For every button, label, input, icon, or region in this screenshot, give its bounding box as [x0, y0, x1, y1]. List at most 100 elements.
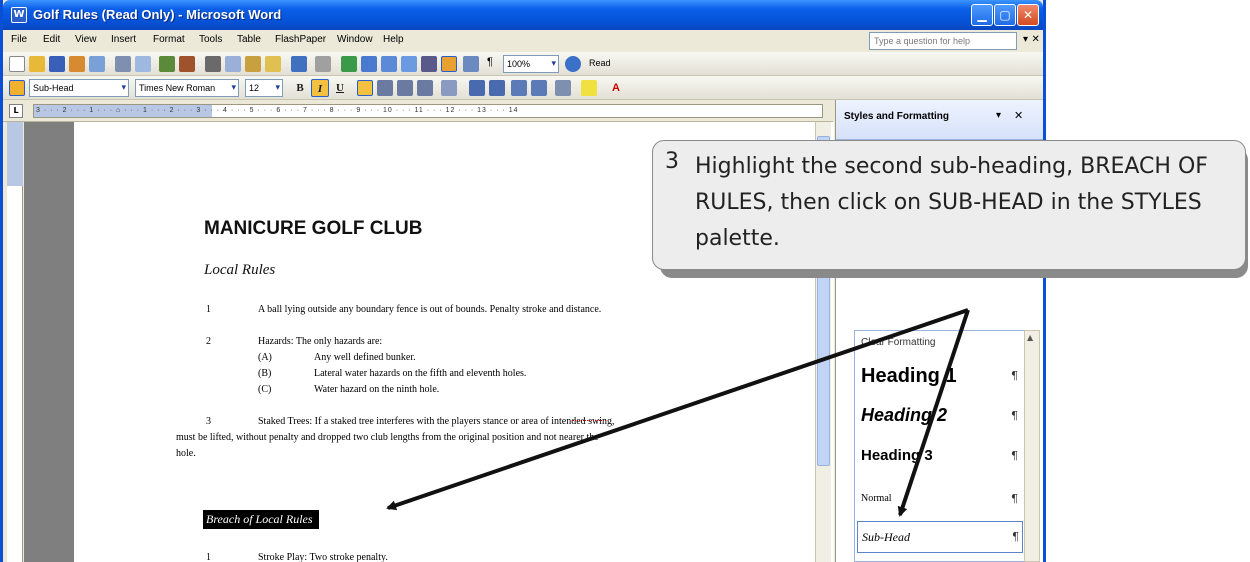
permission-icon[interactable] [69, 56, 85, 72]
style-label: Normal [861, 493, 892, 504]
style-list-scrollbar[interactable]: ▲ [1024, 330, 1040, 562]
hyperlink-icon[interactable] [341, 56, 357, 72]
style-label: Clear Formatting [861, 337, 936, 348]
rule-text[interactable]: hole. [176, 448, 196, 459]
spelling-squiggle [572, 419, 606, 421]
pane-dropdown-icon[interactable]: ▾ [996, 110, 1001, 121]
menu-edit[interactable]: Edit [43, 34, 60, 45]
style-heading-1[interactable]: Heading 1 ¶ [861, 365, 1023, 388]
spelling-icon[interactable] [159, 56, 175, 72]
sub-rule-text[interactable]: Lateral water hazards on the fifth and e… [314, 368, 526, 379]
line-spacing-icon[interactable] [441, 80, 457, 96]
word-app-icon[interactable]: W [11, 7, 27, 23]
show-hide-pilcrow-icon[interactable]: ¶ [487, 56, 493, 68]
open-folder-icon[interactable] [29, 56, 45, 72]
style-label: Heading 2 [861, 405, 948, 425]
italic-button[interactable]: I [311, 79, 329, 97]
minimize-button[interactable]: ▁ [971, 4, 993, 26]
vertical-ruler[interactable] [7, 122, 23, 562]
justify-icon[interactable] [417, 80, 433, 96]
document-title[interactable]: MANICURE GOLF CLUB [204, 218, 422, 240]
drawing-icon[interactable] [441, 56, 457, 72]
rule-text[interactable]: must be lifted, without penalty and drop… [176, 432, 599, 443]
numbering-icon[interactable] [469, 80, 485, 96]
help-icon[interactable] [565, 56, 581, 72]
redo-icon[interactable] [315, 56, 331, 72]
decrease-indent-icon[interactable] [511, 80, 527, 96]
rule-text[interactable]: Hazards: The only hazards are: [258, 336, 382, 347]
close-button[interactable]: ✕ [1017, 4, 1039, 26]
callout-text: Highlight the second sub-heading, BREACH… [695, 154, 1208, 251]
rule-text[interactable]: Staked Trees: If a staked tree interfere… [258, 416, 615, 427]
align-center-icon[interactable] [377, 80, 393, 96]
help-search-input[interactable]: Type a question for help [869, 32, 1017, 50]
instruction-callout: 3 Highlight the second sub-heading, BREA… [652, 140, 1246, 270]
menu-window[interactable]: Window [337, 34, 373, 45]
menu-format[interactable]: Format [153, 34, 185, 45]
menu-help[interactable]: Help [383, 34, 404, 45]
style-heading-2[interactable]: Heading 2 ¶ [861, 405, 1023, 426]
menu-tools[interactable]: Tools [199, 34, 222, 45]
insert-excel-icon[interactable] [401, 56, 417, 72]
sub-rule-text[interactable]: Water hazard on the ninth hole. [314, 384, 439, 395]
read-button[interactable]: Read [589, 58, 611, 68]
format-painter-icon[interactable] [265, 56, 281, 72]
paragraph-mark-icon: ¶ [1011, 449, 1018, 462]
research-icon[interactable] [179, 56, 195, 72]
cut-icon[interactable] [205, 56, 221, 72]
sub-rule-label: (B) [258, 368, 272, 379]
columns-icon[interactable] [421, 56, 437, 72]
sub-rule-text[interactable]: Any well defined bunker. [314, 352, 416, 363]
font-color-button[interactable]: A [607, 79, 625, 97]
ruler-ticks: 3 · · · 2 · · · 1 · · · ⌂ · · · 1 · · · … [36, 107, 519, 114]
pane-close-icon[interactable]: ✕ [1014, 109, 1023, 122]
style-sub-head[interactable]: Sub-Head ¶ [857, 521, 1023, 553]
font-size-combo[interactable]: 12 [245, 79, 283, 97]
insert-table-icon[interactable] [381, 56, 397, 72]
underline-button[interactable]: U [331, 79, 349, 97]
zoom-combo[interactable]: 100% [503, 55, 559, 73]
new-document-icon[interactable] [9, 56, 25, 72]
align-right-icon[interactable] [397, 80, 413, 96]
style-label: Heading 1 [861, 365, 957, 387]
document-subtitle[interactable]: Local Rules [204, 262, 275, 279]
style-normal[interactable]: Normal ¶ [861, 492, 1023, 505]
help-close-icon[interactable]: ▾ ✕ [1023, 34, 1040, 45]
styles-formatting-icon[interactable] [9, 80, 25, 96]
align-left-icon[interactable] [357, 80, 373, 96]
selected-heading[interactable]: Breach of Local Rules [203, 510, 319, 529]
style-label: Heading 3 [861, 447, 933, 464]
print-preview-icon[interactable] [135, 56, 151, 72]
font-combo[interactable]: Times New Roman [135, 79, 239, 97]
menu-table[interactable]: Table [237, 34, 261, 45]
style-combo[interactable]: Sub-Head [29, 79, 129, 97]
tables-borders-icon[interactable] [361, 56, 377, 72]
maximize-button[interactable]: ▢ [994, 4, 1016, 26]
scroll-up-icon[interactable]: ▲ [1027, 333, 1033, 342]
email-icon[interactable] [89, 56, 105, 72]
style-clear-formatting[interactable]: Clear Formatting [861, 337, 1023, 348]
increase-indent-icon[interactable] [531, 80, 547, 96]
menu-flashpaper[interactable]: FlashPaper [275, 34, 326, 45]
menu-view[interactable]: View [75, 34, 97, 45]
border-icon[interactable] [555, 80, 571, 96]
paste-icon[interactable] [245, 56, 261, 72]
horizontal-ruler[interactable]: 3 · · · 2 · · · 1 · · · ⌂ · · · 1 · · · … [33, 104, 823, 118]
rule-text[interactable]: Stroke Play: Two stroke penalty. [258, 552, 388, 562]
paragraph-mark-icon: ¶ [1012, 530, 1019, 543]
save-icon[interactable] [49, 56, 65, 72]
undo-icon[interactable] [291, 56, 307, 72]
bullets-icon[interactable] [489, 80, 505, 96]
rule-text[interactable]: A ball lying outside any boundary fence … [258, 304, 601, 315]
highlight-icon[interactable] [581, 80, 597, 96]
print-icon[interactable] [115, 56, 131, 72]
bold-button[interactable]: B [291, 79, 309, 97]
menu-insert[interactable]: Insert [111, 34, 136, 45]
document-map-icon[interactable] [463, 56, 479, 72]
menu-file[interactable]: File [11, 34, 27, 45]
copy-icon[interactable] [225, 56, 241, 72]
tab-selector-icon[interactable]: L [9, 104, 23, 118]
paragraph-mark-icon: ¶ [1011, 409, 1018, 422]
formatting-toolbar: Sub-Head Times New Roman 12 B I U A [3, 76, 1043, 100]
style-heading-3[interactable]: Heading 3 ¶ [861, 447, 1023, 464]
